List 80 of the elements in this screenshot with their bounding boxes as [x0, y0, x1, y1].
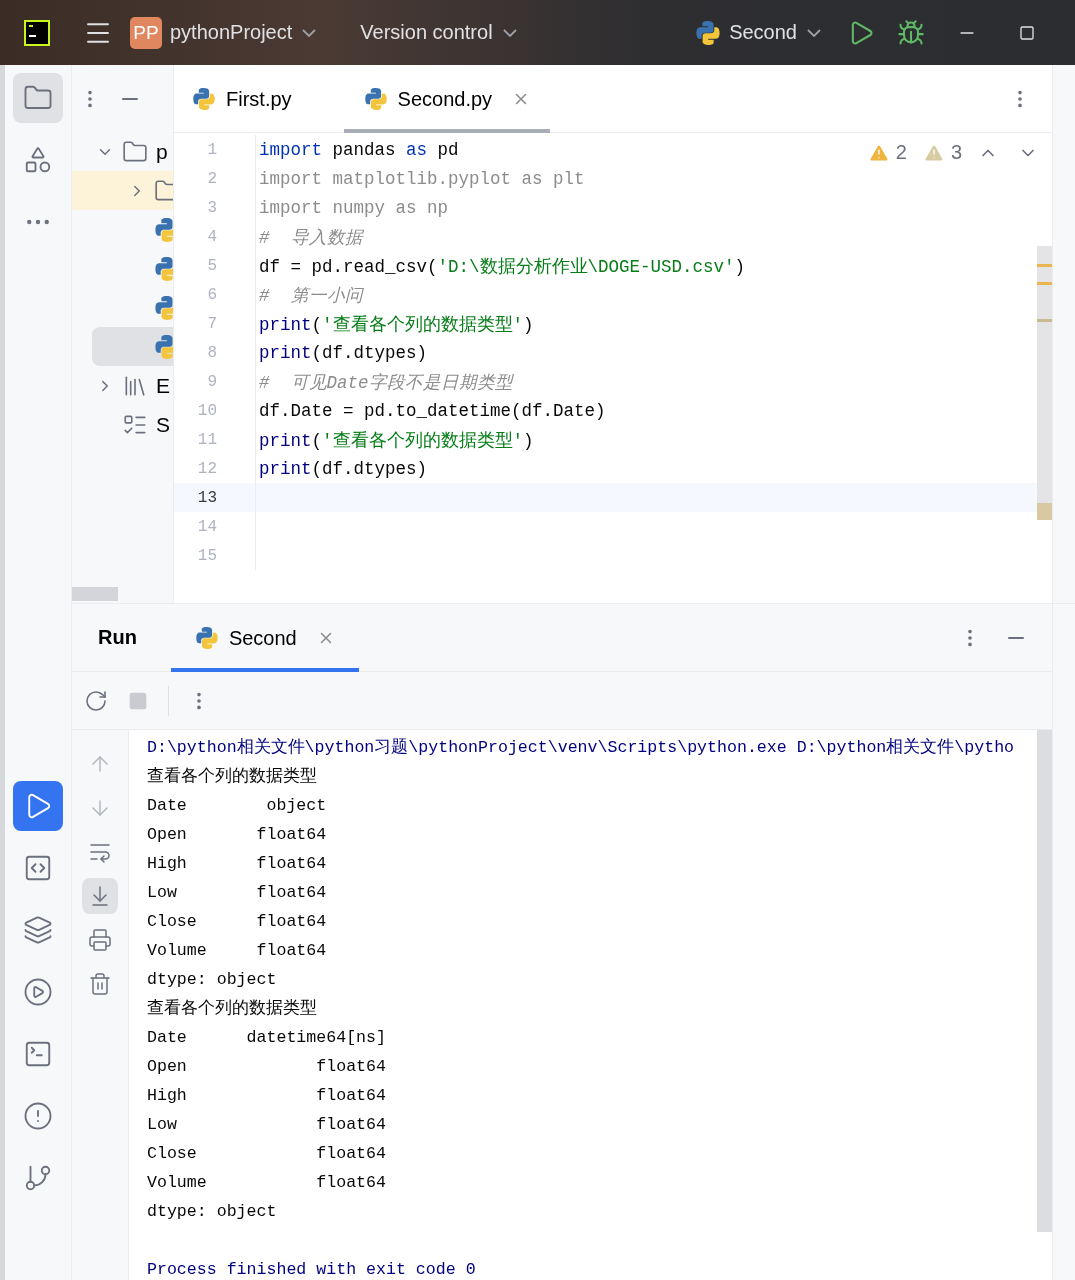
line-number: 15 — [197, 546, 217, 565]
console-line: 查看各个列的数据类型 — [147, 998, 318, 1020]
console-line: Volume float64 — [147, 1172, 387, 1194]
code-line: import pandas as pd — [258, 139, 459, 160]
line-number: 8 — [207, 343, 217, 362]
line-number: 4 — [207, 227, 217, 246]
python-icon — [154, 255, 173, 282]
project-badge: PP — [130, 16, 162, 49]
code-line: import matplotlib.pyplot as plt — [258, 168, 585, 189]
line-number: 2 — [207, 169, 217, 188]
caret-icon — [302, 28, 317, 37]
run-icon[interactable] — [13, 781, 63, 831]
line-number: 13 — [197, 488, 217, 507]
project-folder-icon[interactable] — [13, 73, 63, 123]
line-number: 6 — [207, 285, 217, 304]
console-line: Volume float64 — [147, 940, 328, 962]
tree-label: p — [156, 139, 168, 164]
console-line: dtype: object — [147, 1201, 278, 1223]
code-line: # 导入数据 — [258, 226, 363, 249]
tree-row[interactable] — [92, 327, 173, 366]
warning-count[interactable]: 2 — [895, 141, 907, 164]
run-tab[interactable]: Second — [170, 604, 359, 672]
weak-warning-count[interactable]: 3 — [950, 141, 962, 164]
console-line: Open float64 — [147, 1056, 387, 1078]
line-number: 1 — [207, 140, 217, 159]
tree-row[interactable] — [72, 171, 173, 210]
console-line: Low float64 — [147, 1114, 387, 1136]
line-number: 9 — [207, 372, 217, 391]
project-dropdown[interactable]: pythonProject — [162, 21, 325, 44]
tree-row[interactable]: S — [72, 405, 173, 444]
editor-tab[interactable]: First.py — [192, 65, 292, 133]
python-icon — [154, 294, 173, 321]
caret-icon — [502, 28, 517, 37]
code-line: print('查看各个列的数据类型') — [258, 429, 534, 452]
python-icon — [192, 87, 216, 111]
python-icon — [154, 333, 173, 360]
scrollbar-thumb[interactable] — [72, 587, 118, 601]
app-logo-icon[interactable] — [24, 19, 50, 46]
console-line: Close float64 — [147, 911, 328, 933]
console-line: Process finished with exit code 0 — [147, 1259, 477, 1280]
tree-label: E — [156, 373, 170, 398]
console-line: Open float64 — [147, 824, 328, 846]
console-line: Low float64 — [147, 882, 328, 904]
console-line: Close float64 — [147, 1143, 387, 1165]
line-number: 5 — [207, 256, 217, 275]
python-icon — [695, 19, 722, 46]
python-icon — [154, 216, 173, 243]
scroll-to-end-icon[interactable] — [82, 878, 118, 914]
line-number: 10 — [197, 401, 217, 420]
code-line: import numpy as np — [258, 197, 449, 218]
line-number: 3 — [207, 198, 217, 217]
line-number: 14 — [197, 517, 217, 536]
tree-row[interactable]: p — [72, 132, 173, 171]
console-line: High float64 — [147, 1085, 387, 1107]
console-line: 查看各个列的数据类型 — [147, 766, 318, 788]
console-line: Date datetime64[ns] — [147, 1027, 387, 1049]
vcs-dropdown[interactable]: Version control — [352, 21, 525, 44]
code-line: # 第一小问 — [258, 284, 363, 307]
console-line: Date object — [147, 795, 328, 817]
tree-label: S — [156, 412, 170, 437]
console-line: D:\python相关文件\python习题\pythonProject\venv\Scripts\python.exe D:\python相关文件\pytho — [147, 737, 1016, 759]
run-config-dropdown[interactable]: Second — [721, 21, 829, 44]
line-number: 11 — [197, 430, 217, 449]
python-icon — [194, 626, 219, 650]
tree-row[interactable]: E — [72, 366, 173, 405]
editor-tab[interactable]: Second.py — [343, 65, 551, 133]
console-line: dtype: object — [147, 969, 278, 991]
caret-icon — [807, 28, 821, 37]
line-number: 12 — [197, 459, 217, 478]
console-line: High float64 — [147, 853, 328, 875]
line-number: 7 — [207, 314, 217, 333]
code-line: # 可见Date字段不是日期类型 — [258, 371, 513, 394]
python-icon — [363, 87, 388, 111]
code-line: df = pd.read_csv('D:\数据分析作业\DOGE-USD.csv') — [258, 255, 746, 278]
code-line: df.Date = pd.to_datetime(df.Date) — [258, 400, 606, 421]
code-line: print(df.dtypes) — [258, 458, 428, 479]
run-panel-title: Run — [97, 626, 138, 649]
code-line: print(df.dtypes) — [258, 342, 428, 363]
scrollbar-thumb[interactable] — [1037, 730, 1052, 1232]
code-line: print('查看各个列的数据类型') — [258, 313, 534, 336]
